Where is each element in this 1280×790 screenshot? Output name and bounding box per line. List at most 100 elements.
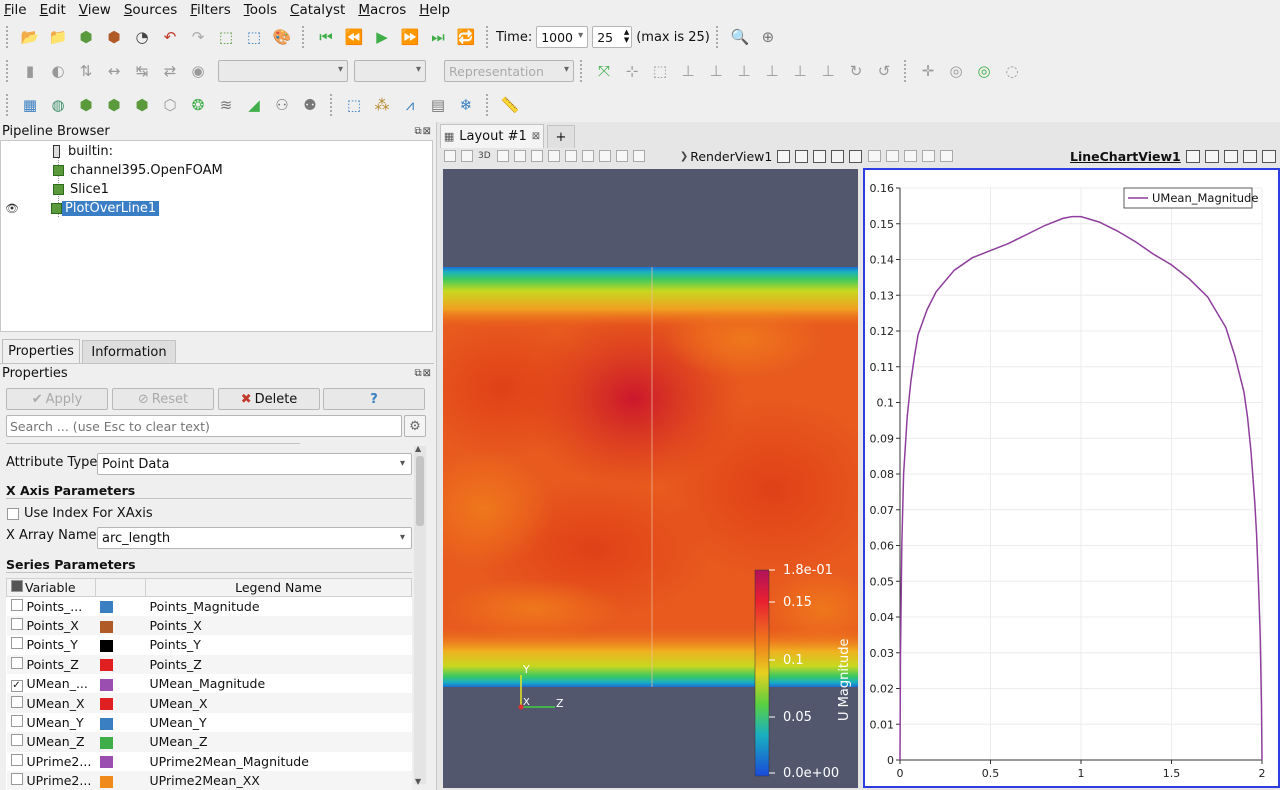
pipeline-item-slice1[interactable]: Slice1 — [53, 180, 109, 199]
representation-select[interactable]: Representation — [444, 60, 574, 82]
series-color-swatch[interactable] — [99, 717, 113, 730]
pipeline-item-channel395[interactable]: channel395.OpenFOAM — [53, 161, 223, 180]
series-legend-cell[interactable]: UPrime2Mean_Magnitude — [146, 752, 412, 771]
series-variable-cell[interactable]: ✓ UMean_... — [7, 674, 96, 693]
series-color-cell[interactable] — [96, 674, 146, 693]
series-color-cell[interactable] — [95, 615, 146, 636]
series-visibility-checkbox[interactable] — [10, 715, 23, 728]
series-variable-cell[interactable]: Points_X — [6, 615, 96, 636]
select-cells-icon[interactable] — [530, 150, 543, 162]
menu-file[interactable]: File — [4, 2, 27, 18]
series-color-cell[interactable] — [95, 654, 146, 675]
close-view-icon[interactable] — [1261, 149, 1276, 163]
chart-select-toggle-icon[interactable] — [886, 150, 899, 162]
series-color-cell[interactable] — [95, 771, 146, 790]
time-select[interactable]: 1000 — [536, 26, 589, 48]
series-variable-cell[interactable]: UPrime2... — [6, 771, 96, 790]
menu-filters[interactable]: Filters — [190, 2, 230, 18]
play-icon[interactable]: ▶ — [371, 26, 393, 48]
open-file-icon[interactable]: 📁 — [47, 26, 69, 48]
threshold-icon[interactable]: ⬢ — [131, 94, 153, 116]
query-icon[interactable]: 🔍 — [729, 26, 751, 48]
view-plus-z-icon[interactable]: ⊥ — [789, 60, 811, 82]
stream-tracer-icon[interactable]: ≋ — [215, 94, 237, 116]
series-legend-cell[interactable]: Points_Magnitude — [146, 597, 412, 616]
split-horizontal-icon[interactable] — [1185, 149, 1200, 163]
loop-icon[interactable]: 🔁 — [455, 26, 477, 48]
group-icon[interactable]: ⚇ — [271, 94, 293, 116]
render-view[interactable]: Y X Z 1.8e-01 0.15 0.1 0.05 0.0e+00 U Ma… — [443, 169, 858, 788]
x-array-select[interactable]: arc_length — [97, 527, 412, 549]
render-view-title[interactable]: RenderView1 — [690, 149, 772, 164]
series-color-cell[interactable] — [96, 752, 146, 771]
edit-colormap-icon[interactable]: ◐ — [47, 60, 69, 82]
series-visibility-checkbox[interactable] — [10, 656, 23, 669]
series-legend-cell[interactable]: UMean_X — [145, 693, 412, 713]
rotate-center-icon[interactable]: ◌ — [1001, 60, 1023, 82]
menu-edit[interactable]: Edit — [40, 2, 66, 18]
series-variable-cell[interactable]: UMean_X — [6, 693, 96, 713]
series-row[interactable]: UMean_Z UMean_Z — [6, 732, 412, 752]
dock-controls-icon[interactable]: ⧉⊠ — [414, 126, 434, 137]
reset-range-icon[interactable]: ⇅ — [75, 60, 97, 82]
extract-level-icon[interactable]: ⚉ — [299, 94, 321, 116]
next-frame-icon[interactable]: ⏩ — [399, 26, 421, 48]
series-variable-cell[interactable]: UPrime2... — [7, 752, 96, 771]
split-vertical-icon[interactable] — [1204, 149, 1219, 163]
colorbar[interactable] — [754, 569, 770, 777]
series-visibility-checkbox[interactable] — [10, 753, 23, 766]
split-horizontal-icon[interactable] — [777, 149, 791, 163]
rescale-visible-icon[interactable]: ⇄ — [159, 60, 181, 82]
redo-icon[interactable]: ↷ — [187, 26, 209, 48]
center-axes-icon[interactable]: ✛ — [917, 60, 939, 82]
camera-link-icon[interactable] — [444, 150, 457, 162]
ruler-icon[interactable]: 📏 — [499, 94, 521, 116]
interactive-select-icon[interactable] — [598, 150, 611, 162]
calculator-icon[interactable]: ▦ — [19, 94, 41, 116]
scroll-up-icon[interactable]: ▲ — [415, 444, 421, 453]
attribute-type-select[interactable]: Point Data — [97, 453, 412, 475]
select-frustum-icon[interactable] — [547, 150, 560, 162]
rotate-minus-90-icon[interactable]: ↺ — [873, 60, 895, 82]
spreadsheet-icon[interactable]: ▤ — [427, 94, 449, 116]
clear-selection-icon[interactable] — [632, 150, 645, 162]
series-legend-cell[interactable]: UMean_Z — [145, 732, 412, 752]
chart-select-minus-icon[interactable] — [904, 150, 917, 162]
rescale-temporal-icon[interactable]: ↹ — [131, 60, 153, 82]
series-color-cell[interactable] — [95, 732, 146, 752]
series-visibility-checkbox[interactable]: ✓ — [10, 679, 23, 692]
scrollbar-thumb[interactable] — [416, 456, 424, 526]
connect-icon[interactable]: ⬢ — [75, 26, 97, 48]
rescale-custom-icon[interactable]: ↔ — [103, 60, 125, 82]
series-color-swatch[interactable] — [99, 639, 113, 652]
pipeline-item-plotoverline1[interactable]: 👁 PlotOverLine1 — [5, 199, 165, 218]
series-legend-cell[interactable]: Points_Y — [146, 635, 412, 654]
properties-search-input[interactable] — [6, 415, 402, 437]
view-plus-x-icon[interactable]: ⊥ — [677, 60, 699, 82]
series-color-swatch[interactable] — [99, 620, 113, 633]
series-color-swatch[interactable] — [99, 736, 113, 749]
series-row[interactable]: Points_X Points_X — [6, 615, 412, 636]
add-layout-tab[interactable]: + — [547, 125, 575, 148]
color-by-select[interactable] — [218, 60, 348, 82]
contour-icon[interactable]: ◍ — [47, 94, 69, 116]
menu-catalyst[interactable]: Catalyst — [290, 2, 345, 18]
glyph-icon[interactable]: ❂ — [187, 94, 209, 116]
series-row[interactable]: ✓ UMean_... UMean_Magnitude — [7, 674, 412, 693]
view-minus-z-icon[interactable]: ⊥ — [817, 60, 839, 82]
series-visibility-checkbox[interactable] — [10, 637, 23, 650]
chart-settings-icon[interactable] — [940, 150, 953, 162]
help-button[interactable]: ? — [323, 388, 425, 410]
previous-frame-icon[interactable]: ⏪ — [343, 26, 365, 48]
series-row[interactable]: UMean_Y UMean_Y — [7, 713, 412, 732]
hover-points-icon[interactable] — [615, 150, 628, 162]
series-color-swatch[interactable] — [99, 756, 113, 769]
extract-subset-icon[interactable]: ⬡ — [159, 94, 181, 116]
series-row[interactable]: UPrime2... UPrime2Mean_XX — [6, 771, 412, 790]
camera-redo-icon[interactable]: ⬚ — [243, 26, 265, 48]
scalar-bar-icon[interactable]: ▮ — [19, 60, 41, 82]
view-plus-y-icon[interactable]: ⊥ — [733, 60, 755, 82]
series-variable-cell[interactable]: Points_... — [7, 597, 96, 616]
find-data-icon[interactable]: ⁂ — [371, 94, 393, 116]
undo-icon[interactable]: ↶ — [159, 26, 181, 48]
